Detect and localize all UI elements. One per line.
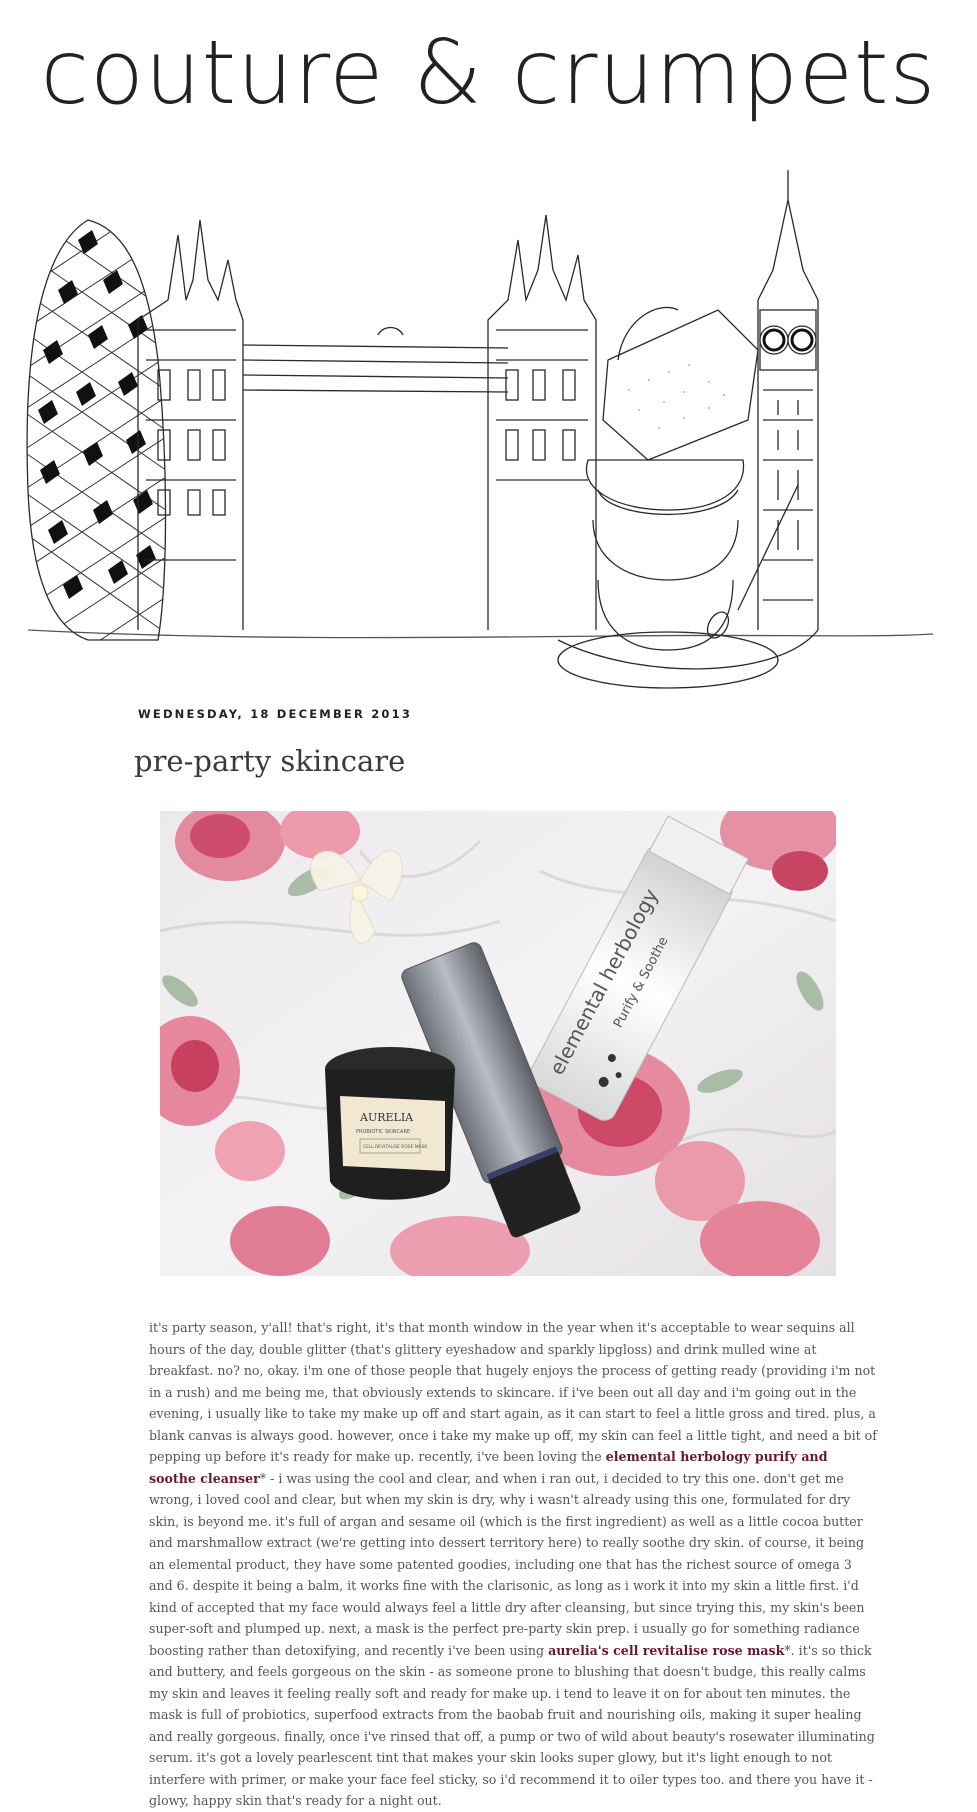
post-date: WEDNESDAY, 18 DECEMBER 2013 — [138, 707, 413, 721]
svg-text:AURELIA: AURELIA — [359, 1111, 414, 1124]
post-body-text-1: it's party season, y'all! that's right, … — [149, 1320, 877, 1464]
post-photo[interactable]: elemental herbology Purify & Soothe AURE… — [160, 811, 836, 1276]
post-body: it's party season, y'all! that's right, … — [149, 1317, 877, 1812]
svg-text:PROBIOTIC SKINCARE: PROBIOTIC SKINCARE — [356, 1129, 410, 1135]
aurelia-mask-link[interactable]: aurelia's cell revitalise rose mask — [548, 1643, 784, 1658]
header-illustration[interactable] — [18, 160, 948, 690]
post-body-text-2: * - i was using the cool and clear, and … — [149, 1470, 865, 1658]
post-title[interactable]: pre-party skincare — [134, 744, 405, 778]
svg-text:CELL REVITALISE ROSE MASK: CELL REVITALISE ROSE MASK — [363, 1144, 427, 1150]
post-body-text-3: *. it's so thick and buttery, and feels … — [149, 1642, 875, 1809]
site-title[interactable]: couture & crumpets — [0, 18, 977, 128]
